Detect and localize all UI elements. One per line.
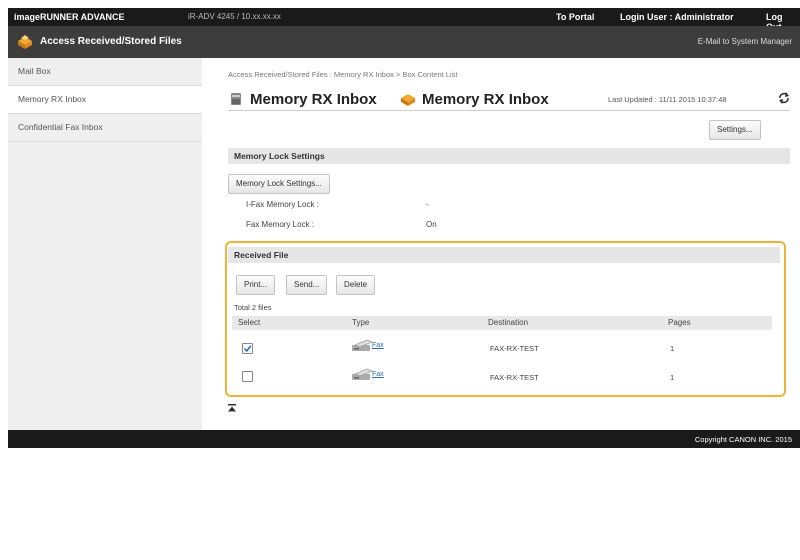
column-type: Type bbox=[352, 318, 370, 327]
sidebar-item-memory-rx-inbox[interactable]: Memory RX Inbox bbox=[8, 86, 202, 114]
type-fax-link[interactable]: Fax bbox=[372, 342, 384, 349]
refresh-icon[interactable] bbox=[777, 91, 791, 105]
send-button[interactable]: Send... bbox=[286, 275, 328, 295]
main-content: Access Received/Stored Files : Memory RX… bbox=[202, 58, 800, 430]
pages-cell: 1 bbox=[670, 344, 675, 353]
type-fax-link[interactable]: Fax bbox=[372, 371, 384, 378]
memory-lock-header: Memory Lock Settings bbox=[228, 148, 790, 164]
top-bar: imageRUNNER ADVANCE iR-ADV 4245 / 10.xx.… bbox=[8, 8, 800, 32]
device-name: iR-ADV 4245 / 10.xx.xx.xx bbox=[188, 12, 281, 21]
back-to-top-icon[interactable] bbox=[228, 404, 236, 412]
settings-button[interactable]: Settings... bbox=[709, 120, 761, 140]
delete-button[interactable]: Delete bbox=[336, 275, 376, 295]
to-portal-link[interactable]: To Portal bbox=[556, 12, 594, 22]
column-select: Select bbox=[238, 318, 261, 327]
sidebar-item-mail-box[interactable]: Mail Box bbox=[8, 58, 202, 86]
print-button[interactable]: Print... bbox=[236, 275, 276, 295]
title-divider bbox=[228, 110, 790, 111]
last-updated: Last Updated : 11/11 2015 10:37:48 bbox=[608, 95, 727, 104]
ifax-memory-lock-value: - bbox=[426, 200, 429, 209]
login-user-label: Login User : Administrator bbox=[620, 12, 734, 22]
page-header-title: Access Received/Stored Files bbox=[40, 36, 182, 47]
title-bar: Access Received/Stored Files E-Mail to S… bbox=[8, 26, 800, 58]
check-icon bbox=[243, 345, 252, 353]
fax-memory-lock-label: Fax Memory Lock : bbox=[246, 220, 315, 229]
footer: Copyright CANON INC. 2015 bbox=[8, 430, 800, 448]
table-header: Select Type Destination Pages bbox=[232, 316, 772, 330]
ifax-memory-lock-label: I-Fax Memory Lock : bbox=[246, 200, 319, 209]
received-file-header: Received File bbox=[228, 247, 780, 263]
destination-cell: FAX-RX-TEST bbox=[490, 344, 539, 353]
page-title-repeat: Memory RX Inbox bbox=[422, 91, 549, 108]
copyright: Copyright CANON INC. 2015 bbox=[694, 435, 792, 444]
destination-cell: FAX-RX-TEST bbox=[490, 373, 539, 382]
memory-rx-icon bbox=[231, 93, 241, 105]
pages-cell: 1 bbox=[670, 373, 675, 382]
page-title: Memory RX Inbox bbox=[250, 91, 377, 108]
inbox-box-icon bbox=[401, 94, 415, 106]
email-system-manager-link[interactable]: E-Mail to System Manager bbox=[698, 37, 792, 46]
total-files: Total 2 files bbox=[234, 303, 272, 312]
column-destination: Destination bbox=[488, 318, 529, 327]
inbox-box-icon bbox=[18, 35, 32, 49]
sidebar-item-confidential-fax-inbox[interactable]: Confidential Fax Inbox bbox=[8, 114, 202, 142]
sidebar: Mail Box Memory RX Inbox Confidential Fa… bbox=[8, 58, 203, 430]
select-checkbox[interactable] bbox=[242, 343, 253, 354]
column-pages: Pages bbox=[668, 318, 691, 327]
memory-lock-settings-button[interactable]: Memory Lock Settings... bbox=[228, 174, 330, 194]
breadcrumb: Access Received/Stored Files : Memory RX… bbox=[228, 70, 458, 79]
select-checkbox[interactable] bbox=[242, 371, 253, 382]
product-brand: imageRUNNER ADVANCE bbox=[14, 12, 125, 22]
fax-memory-lock-value: On bbox=[426, 220, 437, 229]
page-title-row: Memory RX Inbox Memory RX Inbox bbox=[228, 89, 580, 109]
